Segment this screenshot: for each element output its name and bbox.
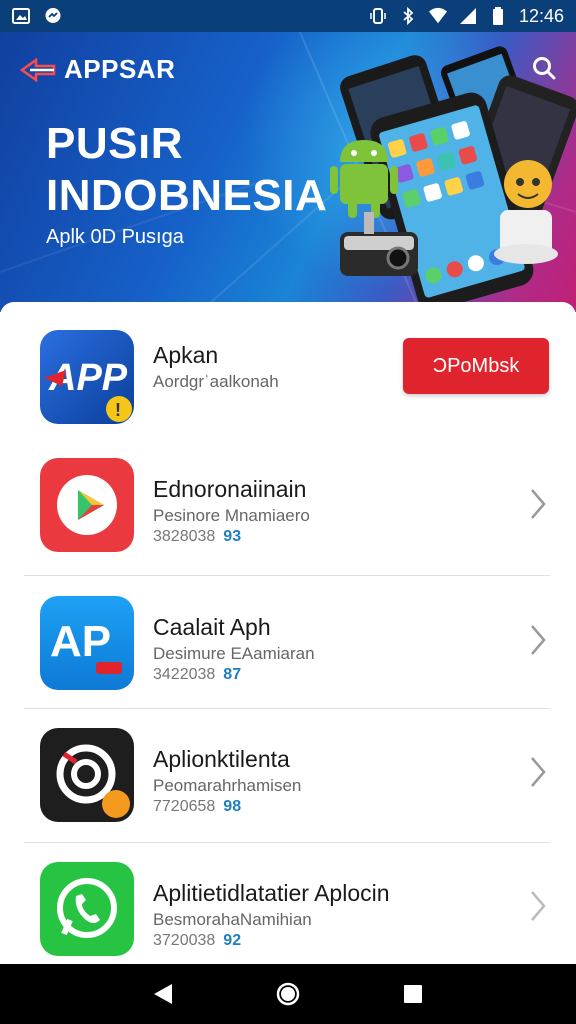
ap-icon: AP [40, 596, 134, 690]
hero-title-line2: INDOBNESIA [46, 171, 328, 220]
brand-logo-icon [20, 57, 56, 82]
hero-subtitle: Aplk 0D Pusıga [46, 226, 184, 248]
chevron-right-icon[interactable] [528, 888, 548, 924]
app-rating: 87 [223, 666, 242, 683]
phone-icon [40, 862, 134, 956]
list-item[interactable]: AP Caalait Aph Desimure EAamiaran 342203… [0, 576, 576, 710]
chevron-right-icon[interactable] [528, 754, 548, 790]
app-developer: Desimure EAamiaran [153, 644, 315, 663]
app-developer: Peomarahrhamisen [153, 776, 302, 795]
app-downloads: 3422038 [153, 666, 216, 683]
app-downloads: 3828038 [153, 528, 216, 545]
app-name: Aplitietidlatatier Aplocin [153, 880, 390, 906]
signal-icon [459, 7, 477, 25]
app-meta: 3422038 87 [153, 666, 241, 684]
app-meta: 3828038 93 [153, 528, 241, 546]
battery-icon [489, 7, 507, 25]
wifi-icon [428, 7, 447, 25]
app-name: Ednoronaiinain [153, 476, 307, 502]
bluetooth-icon [399, 7, 417, 25]
app-meta: 3720038 92 [153, 932, 241, 950]
vibrate-icon [369, 7, 387, 25]
app-list: APP ! Apkan Aordgrˈaalkonah ƆPoMbsk Edno… [0, 302, 576, 964]
hero-title-line1: PUSıR [46, 119, 183, 168]
home-icon[interactable] [273, 979, 303, 1009]
play-store-icon [40, 458, 134, 552]
featured-app-subtitle: Aordgrˈaalkonah [153, 372, 279, 391]
app-rating: 93 [223, 528, 242, 545]
app-downloads: 7720658 [153, 798, 216, 815]
app-meta: 7720658 98 [153, 798, 241, 816]
featured-app-name: Apkan [153, 342, 219, 368]
install-button[interactable]: ƆPoMbsk [403, 338, 549, 394]
hero-title: PUSıR INDOBNESIA [46, 118, 327, 222]
app-downloads: 3720038 [153, 932, 216, 949]
status-time: 12:46 [518, 5, 564, 26]
svg-text:!: ! [115, 400, 121, 420]
navigation-bar [0, 964, 576, 1024]
svg-text:AP: AP [50, 617, 111, 666]
list-item[interactable]: Aplionktilenta Peomarahrhamisen 7720658 9… [0, 708, 576, 842]
brand[interactable]: APPSAR [20, 54, 175, 85]
list-item[interactable]: Aplitietidlatatier Aplocin BesmorahaNami… [0, 842, 576, 964]
hero-banner: APPSAR PUSıR INDOBNESIA Aplk 0D Pusıga [0, 32, 576, 312]
app-developer: Pesinore Mnamiaero [153, 506, 310, 525]
app-developer: BesmorahaNamihian [153, 910, 312, 929]
chevron-right-icon[interactable] [528, 486, 548, 522]
messenger-icon [44, 7, 62, 25]
chevron-right-icon[interactable] [528, 622, 548, 658]
list-item[interactable]: Ednoronaiinain Pesinore Mnamiaero 382803… [0, 436, 576, 570]
back-icon[interactable] [148, 979, 178, 1009]
image-icon [12, 7, 30, 25]
featured-app-row[interactable]: APP ! Apkan Aordgrˈaalkonah ƆPoMbsk [0, 302, 576, 436]
app-rating: 98 [223, 798, 242, 815]
app-name: Aplionktilenta [153, 746, 290, 772]
app-rating: 92 [223, 932, 242, 949]
status-bar: 12:46 [0, 0, 576, 32]
app-name: Caalait Aph [153, 614, 271, 640]
brand-name: APPSAR [64, 54, 176, 84]
camera-lens-icon [40, 728, 134, 822]
phones-illustration [330, 46, 576, 311]
recents-icon[interactable] [398, 979, 428, 1009]
app-logo-icon: APP ! [40, 330, 134, 424]
